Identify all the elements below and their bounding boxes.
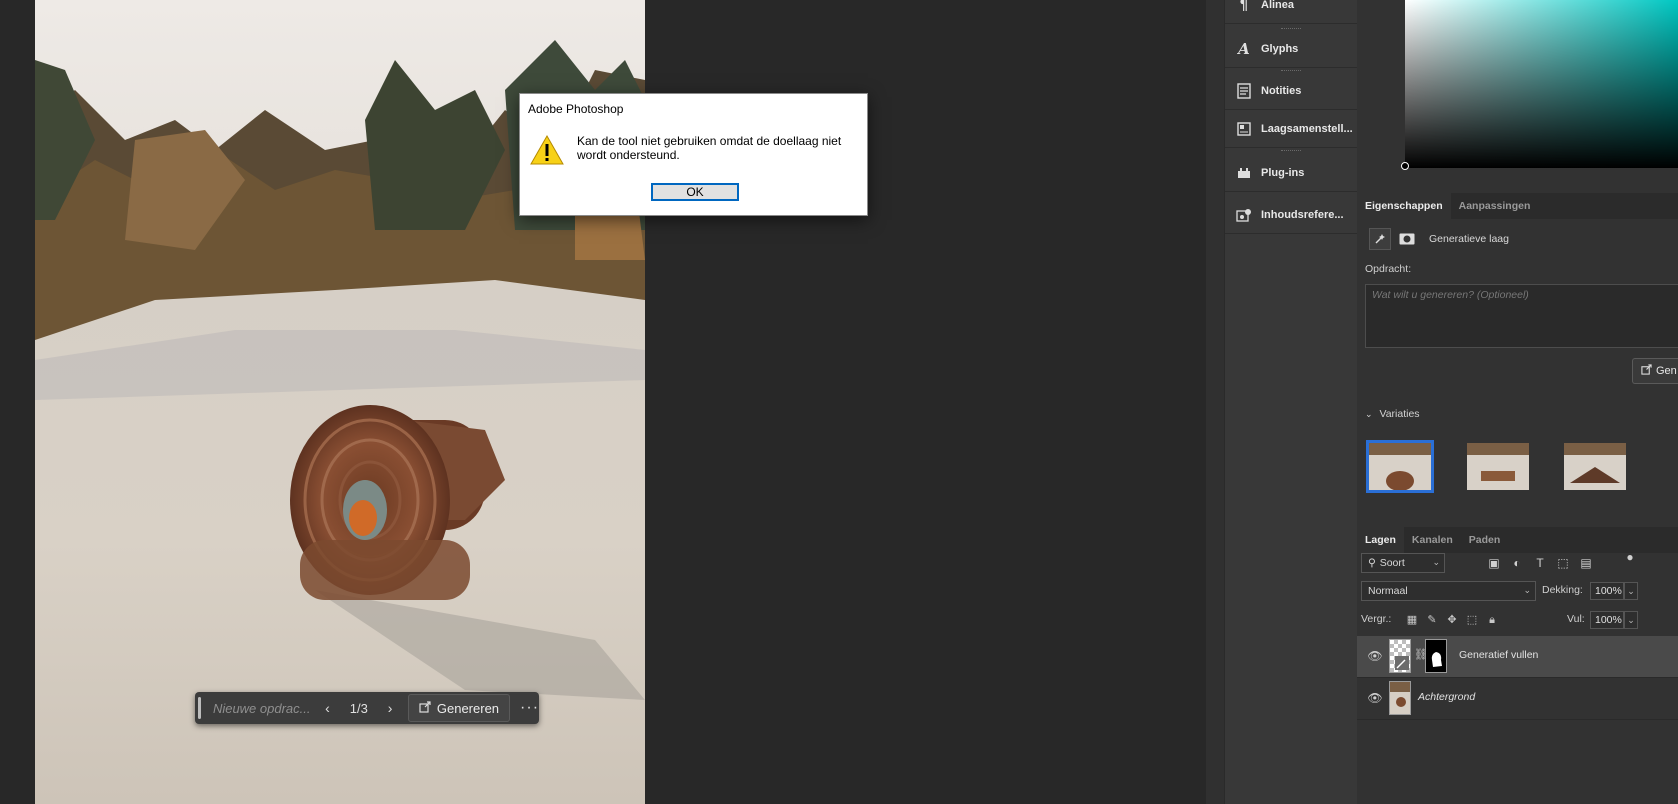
shape-filter-icon[interactable]: ⬚	[1556, 556, 1570, 570]
generate-icon	[419, 700, 431, 716]
next-variation-button[interactable]: ›	[378, 700, 402, 716]
generate-label: Gen	[1656, 365, 1677, 377]
color-picker-field[interactable]	[1401, 0, 1678, 170]
tab-paths[interactable]: Paden	[1461, 527, 1509, 553]
opacity-dropdown[interactable]: ⌄	[1624, 582, 1638, 600]
lock-label: Vergr.:	[1361, 613, 1392, 625]
artboard-lock-icon[interactable]: ⬚	[1465, 613, 1479, 627]
properties-tab-bar: Eigenschappen Aanpassingen	[1357, 193, 1678, 219]
prompt-placeholder: Wat wilt u genereren? (Optioneel)	[1372, 289, 1529, 301]
panel-label: Notities	[1261, 84, 1302, 97]
warning-icon	[530, 134, 564, 166]
panel-content-credentials[interactable]: Inhoudsrefere...	[1225, 196, 1357, 234]
blend-mode-select[interactable]: Normaal ⌄	[1361, 581, 1536, 601]
variation-thumbnail-2[interactable]	[1467, 443, 1529, 490]
more-options-icon[interactable]: ···	[520, 699, 539, 717]
panel-group-grip[interactable]	[1281, 150, 1301, 153]
panel-paragraph[interactable]: ¶ Alinea	[1225, 0, 1357, 24]
content-credentials-icon	[1235, 206, 1253, 224]
color-picker-marker[interactable]	[1401, 162, 1409, 170]
generate-label: Genereren	[436, 700, 500, 716]
glyphs-icon: A	[1238, 39, 1250, 58]
blend-row: Normaal ⌄ Dekking: 100% ⌄	[1361, 581, 1678, 603]
fill-dropdown[interactable]: ⌄	[1624, 611, 1638, 629]
paragraph-icon: ¶	[1239, 0, 1249, 13]
variations-header[interactable]: ⌄ Variaties	[1365, 408, 1420, 420]
chevron-down-icon: ⌄	[1523, 585, 1531, 595]
taskbar-prompt-input[interactable]: Nieuwe opdrac...	[213, 701, 316, 716]
dialog-title: Adobe Photoshop	[528, 102, 624, 116]
panel-plugins[interactable]: Plug-ins	[1225, 154, 1357, 192]
properties-generate-button[interactable]: Gen	[1632, 358, 1678, 384]
variations-label: Variaties	[1379, 408, 1420, 420]
taskbar-drag-handle[interactable]	[198, 697, 201, 719]
layer-filter-value: Soort	[1379, 557, 1405, 569]
chevron-down-icon: ⌄	[1365, 409, 1373, 419]
pixel-filter-icon[interactable]: ▣	[1487, 556, 1501, 570]
panel-label: Laagsamenstell...	[1261, 122, 1353, 135]
visibility-eye-icon[interactable]: 👁︎	[1367, 649, 1383, 663]
layer-thumbnail	[1389, 681, 1411, 715]
mask-icon[interactable]	[1397, 229, 1417, 249]
layer-mask-thumbnail[interactable]	[1425, 639, 1447, 673]
canvas-scrollbar[interactable]	[1206, 0, 1224, 804]
filter-toggle-icon[interactable]: ●	[1623, 550, 1637, 564]
collapsed-panels-dock: ¶ Alinea A Glyphs Notities Laagsamenstel…	[1224, 0, 1358, 804]
properties-header: Generatieve laag	[1369, 228, 1509, 250]
layer-name[interactable]: Generatief vullen	[1459, 649, 1538, 661]
panel-label: Glyphs	[1261, 42, 1299, 55]
variation-thumbnail-3[interactable]	[1564, 443, 1626, 490]
contextual-task-bar: Nieuwe opdrac... ‹ 1/3 › Genereren ···	[195, 692, 539, 724]
lock-position-icon[interactable]: ✥	[1445, 613, 1459, 627]
layer-name[interactable]: Achtergrond	[1418, 691, 1475, 703]
blend-mode-value: Normaal	[1368, 585, 1408, 597]
lock-all-icon[interactable]: 🔒︎	[1485, 613, 1499, 627]
notes-icon	[1235, 82, 1253, 100]
dialog-message: Kan de tool niet gebruiken omdat de doel…	[577, 134, 842, 162]
fill-input[interactable]: 100%	[1590, 611, 1624, 629]
layer-row-background[interactable]: 👁︎ Achtergrond	[1357, 678, 1678, 720]
lock-image-icon[interactable]: ✎	[1425, 613, 1439, 627]
generate-icon	[1641, 364, 1652, 378]
tab-channels[interactable]: Kanalen	[1404, 527, 1461, 553]
search-icon: ⚲	[1368, 557, 1376, 569]
visibility-eye-icon[interactable]: 👁︎	[1367, 691, 1383, 705]
panel-label: Alinea	[1261, 0, 1295, 11]
chevron-down-icon: ⌄	[1432, 557, 1440, 567]
panel-layer-comps[interactable]: Laagsamenstell...	[1225, 110, 1357, 148]
lock-transparent-icon[interactable]: ▦	[1405, 613, 1419, 627]
layer-comps-icon	[1235, 120, 1253, 138]
tab-adjustments[interactable]: Aanpassingen	[1451, 193, 1539, 219]
lock-row: Vergr.: ▦ ✎ ✥ ⬚ 🔒︎ Vul: 100% ⌄	[1361, 610, 1678, 632]
tab-layers[interactable]: Lagen	[1357, 527, 1404, 553]
opacity-input[interactable]: 100%	[1590, 582, 1624, 600]
generative-layer-icon	[1369, 228, 1391, 250]
panel-label: Plug-ins	[1261, 166, 1305, 179]
adjustment-filter-icon[interactable]: ◐	[1510, 556, 1524, 570]
layers-filter-row: ⚲ Soort ⌄ ▣ ◐ T ⬚ ▤ ●	[1361, 550, 1678, 575]
panel-label: Inhoudsrefere...	[1261, 208, 1344, 221]
tab-properties[interactable]: Eigenschappen	[1357, 193, 1451, 219]
plugins-icon	[1235, 164, 1253, 182]
prompt-label: Opdracht:	[1365, 263, 1412, 275]
variation-counter: 1/3	[349, 700, 368, 716]
variation-thumbnail-1[interactable]	[1366, 440, 1434, 493]
opacity-label: Dekking:	[1542, 584, 1583, 596]
generate-button[interactable]: Genereren	[407, 694, 511, 722]
right-panel: Eigenschappen Aanpassingen Generatieve l…	[1357, 0, 1678, 804]
layer-filter-select[interactable]: ⚲ Soort ⌄	[1361, 553, 1445, 573]
previous-variation-button[interactable]: ‹	[316, 700, 340, 716]
layer-thumbnail	[1389, 639, 1411, 673]
prompt-textarea[interactable]: Wat wilt u genereren? (Optioneel)	[1365, 284, 1678, 348]
error-dialog: Adobe Photoshop Kan de tool niet gebruik…	[519, 93, 868, 216]
layer-type-label: Generatieve laag	[1429, 233, 1509, 245]
panel-glyphs[interactable]: A Glyphs	[1225, 30, 1357, 68]
type-filter-icon[interactable]: T	[1533, 556, 1547, 570]
panel-notes[interactable]: Notities	[1225, 72, 1357, 110]
fill-label: Vul:	[1567, 613, 1585, 625]
layer-row-generative-fill[interactable]: 👁︎ ⛓︎ Generatief vullen	[1357, 636, 1678, 678]
smart-object-filter-icon[interactable]: ▤	[1579, 556, 1593, 570]
ok-button[interactable]: OK	[651, 183, 739, 201]
